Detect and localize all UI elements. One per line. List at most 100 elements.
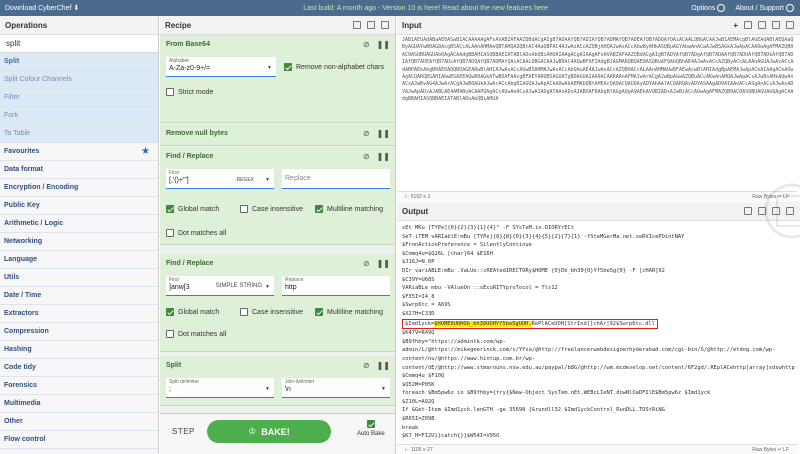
trash-icon[interactable] <box>381 21 389 29</box>
category-other[interactable]: Other <box>0 413 158 431</box>
category-language[interactable]: Language <box>0 251 158 269</box>
chef-icon: ♔ <box>248 426 257 436</box>
category-hashing[interactable]: Hashing <box>0 341 158 359</box>
checkbox-label: Case insensitive <box>252 308 303 316</box>
mode-value[interactable]: REGEX <box>236 177 254 183</box>
dot-matches-all-checkbox[interactable]: Dot matches all <box>166 229 226 237</box>
category-date-time[interactable]: Date / Time <box>0 287 158 305</box>
output-status-bar: ⊢ 1105 ≡ 27 Raw Bytes ↵ LF <box>397 444 797 454</box>
input-header: Input + <box>397 16 800 35</box>
mode-value[interactable]: SIMPLE STRING <box>216 283 262 289</box>
remove-non-alphabet-checkbox[interactable]: Remove non-alphabet chars <box>284 63 384 71</box>
operations-title: Operations <box>0 16 158 35</box>
step-button[interactable]: STEP <box>172 427 195 436</box>
pause-icon[interactable]: ❚❚ <box>377 361 390 370</box>
alphabet-label: Alphabet <box>169 58 189 64</box>
disable-icon[interactable]: ⊘ <box>363 40 370 49</box>
input-textarea[interactable]: JAB1AEUAdABaAE0ASwB1ACAAAAAgAFsAVABZAFAA… <box>402 37 795 189</box>
open-folder-icon[interactable] <box>744 20 752 29</box>
replace-input[interactable]: Replace <box>282 169 390 189</box>
output-encoding[interactable]: Raw Bytes ↵ LF <box>752 447 797 453</box>
open-file-icon[interactable] <box>758 20 766 29</box>
find-input[interactable]: Find [,'()+'"] REGEX ▼ <box>166 169 274 189</box>
pause-icon[interactable]: ❚❚ <box>377 259 390 268</box>
category-code-tidy[interactable]: Code tidy <box>0 359 158 377</box>
join-delimiter-input[interactable]: Join delimiter \n ▼ <box>282 378 390 398</box>
output-line: $Cmmq4u=$Q26L [char]64 $E16H <box>402 250 493 257</box>
disable-icon[interactable]: ⊘ <box>363 129 370 138</box>
category-compression[interactable]: Compression <box>0 323 158 341</box>
split-delimiter-value: ; <box>169 386 171 393</box>
ingredient-split: Split ⊘ ❚❚ Split delimiter ; ▼ Join delim… <box>160 356 395 406</box>
split-delimiter-label: Split delimiter <box>169 379 200 385</box>
category-multimedia[interactable]: Multimedia <box>0 395 158 413</box>
op-result-to-table[interactable]: To Table <box>0 125 158 143</box>
trash-icon[interactable] <box>772 20 780 29</box>
output-length: ⊢ 1105 ≡ 27 <box>405 446 433 453</box>
about-link[interactable]: About / Support <box>735 4 794 12</box>
op-result-split-colour[interactable]: Split Colour Channels <box>0 71 158 89</box>
pause-icon[interactable]: ❚❚ <box>377 152 390 161</box>
pause-icon[interactable]: ❚❚ <box>377 129 390 138</box>
auto-bake-label: Auto Bake <box>357 431 385 437</box>
category-networking[interactable]: Networking <box>0 233 158 251</box>
load-icon[interactable] <box>367 21 375 29</box>
strict-mode-checkbox[interactable]: Strict mode <box>166 88 213 96</box>
save-output-icon[interactable] <box>744 207 752 215</box>
operations-search-input[interactable]: split <box>0 35 158 53</box>
category-favourites[interactable]: Favourites ★ <box>0 143 158 161</box>
category-encryption[interactable]: Encryption / Encoding <box>0 179 158 197</box>
find-input[interactable]: Find ]anw[3 SIMPLE STRING ▼ <box>166 276 274 296</box>
disable-icon[interactable]: ⊘ <box>363 361 370 370</box>
ingredient-title: Find / Replace <box>166 260 214 267</box>
disable-icon[interactable]: ⊘ <box>363 259 370 268</box>
bake-button[interactable]: ♔ BAKE! <box>207 420 331 443</box>
multiline-checkbox[interactable]: Multiline matching <box>315 205 383 213</box>
dot-matches-all-checkbox[interactable]: Dot matches all <box>166 330 226 338</box>
add-tab-icon[interactable]: + <box>733 21 738 30</box>
replace-input[interactable]: Replace http <box>282 276 390 296</box>
checkbox-checked-icon <box>166 308 174 316</box>
save-icon[interactable] <box>353 21 361 29</box>
pause-icon[interactable]: ❚❚ <box>377 40 390 49</box>
checkbox-icon <box>166 229 174 237</box>
ingredient-find-replace-1: Find / Replace ⊘ ❚❚ Find [,'()+'"] REGEX … <box>160 147 395 245</box>
op-result-fork[interactable]: Fork <box>0 107 158 125</box>
operations-pane: Operations split Split Split Colour Chan… <box>0 16 159 454</box>
disable-icon[interactable]: ⊘ <box>363 152 370 161</box>
category-utils[interactable]: Utils <box>0 269 158 287</box>
download-link[interactable]: Download CyberChef ⬇ <box>0 4 160 12</box>
output-line: VARiaBLe mbu -VAlueOn ::sEcuRITYproTocol… <box>402 285 558 292</box>
checkbox-label: Multiline matching <box>327 205 384 213</box>
category-data-format[interactable]: Data format <box>0 161 158 179</box>
checkbox-label: Global match <box>178 205 220 213</box>
case-insensitive-checkbox[interactable]: Case insensitive <box>240 308 303 316</box>
options-label: Options <box>691 4 716 12</box>
auto-bake-checkbox[interactable]: Auto Bake <box>357 420 385 437</box>
options-link[interactable]: Options <box>691 4 726 12</box>
hl-selected-text: $HOME0UOHOb_bh30UOHYf5be5gUOH. <box>434 320 532 327</box>
multiline-checkbox[interactable]: Multiline matching <box>315 308 383 316</box>
global-match-checkbox[interactable]: Global match <box>166 205 219 213</box>
op-result-filter[interactable]: Filter <box>0 89 158 107</box>
alphabet-select[interactable]: Alphabet A-Za-z0-9+/= ▼ <box>166 57 276 77</box>
output-text[interactable]: sEt MKu [TYPe]{0}{2}{3}{1}{4}" -F SYsTeM… <box>402 224 795 441</box>
category-arithmetic[interactable]: Arithmetic / Logic <box>0 215 158 233</box>
highlight-box: $Imd1yck=$HOME0UOHOb_bh30UOHYf5be5gUOH.R… <box>402 318 658 330</box>
output-line: SeT-iTEM vARIablE:mBu [TYPe]{6}{8}{0}{3}… <box>402 233 685 240</box>
case-insensitive-checkbox[interactable]: Case insensitive <box>240 205 303 213</box>
category-public-key[interactable]: Public Key <box>0 197 158 215</box>
op-result-split[interactable]: Split <box>0 53 158 71</box>
hl-prefix: $Imd1yck= <box>405 320 435 327</box>
global-match-checkbox[interactable]: Global match <box>166 308 219 316</box>
layout-icon[interactable] <box>786 20 794 29</box>
build-notice[interactable]: Last build: A month ago - Version 10 is … <box>160 5 691 12</box>
category-flow-control[interactable]: Flow control <box>0 431 158 449</box>
split-delimiter-input[interactable]: Split delimiter ; ▼ <box>166 378 274 398</box>
checkbox-checked-icon <box>284 63 292 71</box>
category-extractors[interactable]: Extractors <box>0 305 158 323</box>
output-line: $Q52M=P05K <box>402 381 435 388</box>
output-line: sEt MKu [TYPe]{0}{2}{3}{1}{4}" -F SYsTeM… <box>402 225 575 231</box>
category-forensics[interactable]: Forensics <box>0 377 158 395</box>
join-delimiter-label: Join delimiter <box>285 379 315 385</box>
